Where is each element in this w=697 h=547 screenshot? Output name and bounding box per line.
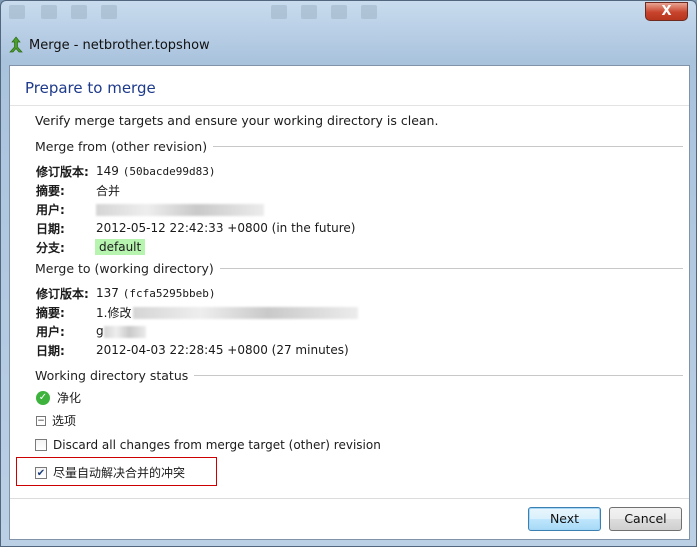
field-key: 用户: [36, 324, 65, 339]
checkmark-icon[interactable]: ✔ [35, 466, 47, 479]
clean-status: ✓ 净化 [36, 389, 81, 406]
checkbox-box[interactable] [35, 439, 47, 451]
intro-text: Verify merge targets and ensure your wor… [35, 113, 439, 128]
field-key: 用户: [36, 202, 65, 217]
merge-from-user-row: 用户: [36, 200, 264, 218]
field-value: 137 [96, 286, 119, 300]
title-bar: Merge - netbrother.topshow [7, 35, 210, 55]
branch-badge: default [95, 239, 146, 255]
merge-to-label: Merge to (working directory) [35, 260, 214, 276]
check-circle-icon: ✓ [36, 390, 50, 405]
background-toolbar-strip [1, 1, 697, 31]
footer-divider [10, 498, 689, 499]
field-value: 2012-04-03 22:28:45 +0800 (27 minutes) [96, 343, 349, 357]
field-value: g [96, 324, 104, 338]
cancel-button[interactable]: Cancel [609, 507, 682, 531]
redacted-summary [133, 307, 359, 319]
field-value: 1.修改 [96, 305, 132, 320]
field-key: 摘要: [36, 183, 65, 198]
field-value: 2012-05-12 22:42:33 +0800 (in the future… [96, 221, 356, 235]
merge-from-section-header: Merge from (other revision) [35, 138, 683, 154]
collapse-minus-icon[interactable]: − [36, 415, 46, 426]
discard-changes-checkbox[interactable]: Discard all changes from merge target (o… [35, 438, 381, 452]
window-title: Merge - netbrother.topshow [29, 37, 210, 53]
revision-hash: (fcfa5295bbeb) [122, 287, 216, 300]
working-dir-status-header: Working directory status [35, 367, 683, 383]
merge-to-revision-row: 修订版本: 137 (fcfa5295bbeb) [36, 284, 215, 302]
redacted-user [103, 325, 146, 338]
field-key: 日期: [36, 221, 65, 236]
page-title: Prepare to merge [25, 79, 156, 97]
field-key: 修订版本: [36, 164, 89, 179]
next-button[interactable]: Next [528, 507, 601, 531]
close-button[interactable]: X [645, 2, 688, 21]
merge-from-branch-row: 分支: default [36, 238, 146, 256]
options-label[interactable]: 选项 [52, 412, 76, 429]
merge-app-icon [9, 36, 23, 53]
autoresolve-checkbox[interactable]: ✔ 尽量自动解决合并的冲突 [35, 464, 185, 481]
field-value: 合并 [96, 183, 121, 198]
merge-from-summary-row: 摘要: 合并 [36, 181, 120, 199]
field-key: 分支: [36, 240, 65, 255]
header-divider [10, 105, 689, 106]
clean-status-text: 净化 [57, 391, 82, 405]
close-icon[interactable]: X [661, 4, 671, 19]
merge-to-section-header: Merge to (working directory) [35, 260, 683, 276]
merge-dialog-window: X Merge - netbrother.topshow Prepare to … [0, 0, 697, 547]
merge-from-label: Merge from (other revision) [35, 138, 208, 154]
field-key: 摘要: [36, 305, 65, 320]
merge-to-user-row: 用户: g [36, 322, 146, 340]
working-dir-status-label: Working directory status [35, 367, 189, 383]
redacted-user-value [96, 202, 264, 216]
merge-to-summary-row: 摘要: 1.修改 [36, 303, 359, 321]
field-key: 修订版本: [36, 286, 89, 301]
merge-from-date-row: 日期: 2012-05-12 22:42:33 +0800 (in the fu… [36, 219, 356, 237]
field-value: 149 [96, 164, 119, 178]
autoresolve-label[interactable]: 尽量自动解决合并的冲突 [53, 464, 185, 481]
merge-to-date-row: 日期: 2012-04-03 22:28:45 +0800 (27 minute… [36, 341, 349, 359]
merge-from-revision-row: 修订版本: 149 (50bacde99d83) [36, 162, 215, 180]
field-key: 日期: [36, 343, 65, 358]
discard-changes-label[interactable]: Discard all changes from merge target (o… [53, 438, 381, 452]
options-toggle[interactable]: − 选项 [36, 412, 76, 429]
revision-hash: (50bacde99d83) [122, 165, 216, 178]
